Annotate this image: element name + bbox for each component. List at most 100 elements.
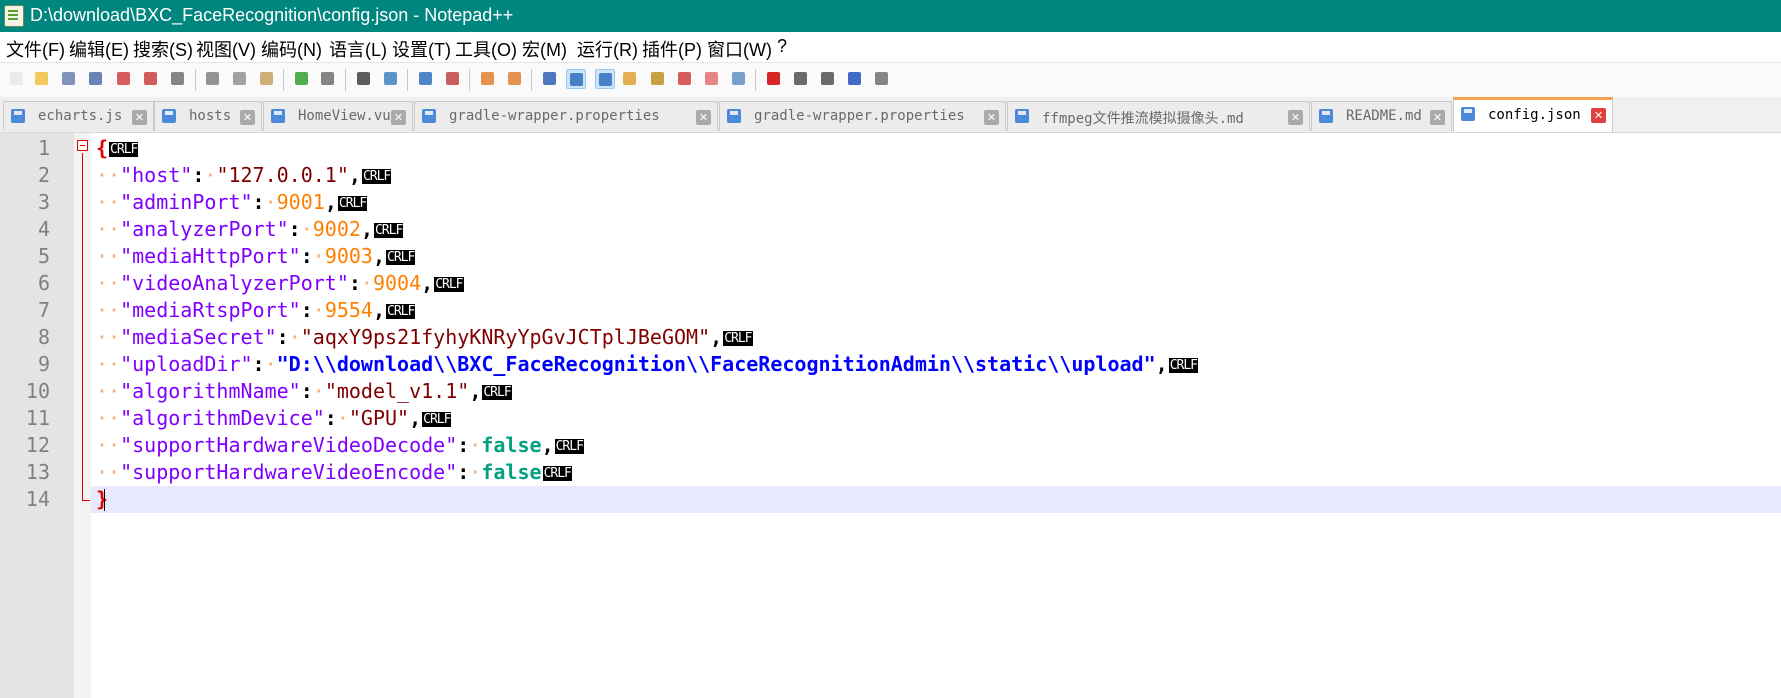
indent-guide-icon[interactable] [595, 69, 615, 89]
tab-close-icon[interactable]: ✕ [696, 110, 711, 125]
colon: : [324, 406, 337, 430]
line-number: 1 [37, 136, 50, 160]
indent-guide-icon-glyph [599, 73, 612, 86]
line-number: 12 [25, 433, 50, 457]
fold-end-marker [82, 500, 90, 501]
menu-item-7[interactable]: 工具(O) [455, 36, 517, 62]
tab-5[interactable]: ffmpeg文件推流模拟摄像头.md ✕ [1007, 101, 1310, 131]
language-udl-icon[interactable] [620, 69, 640, 89]
close-all-icon[interactable] [141, 69, 161, 89]
monitoring-icon[interactable] [729, 69, 749, 89]
tab-7[interactable]: config.json ✕ [1453, 97, 1613, 132]
fold-range-line [82, 153, 83, 501]
toolbar [0, 62, 1781, 98]
paste-icon[interactable] [257, 69, 277, 89]
function-list-icon[interactable] [675, 69, 695, 89]
toolbar-separator [283, 69, 284, 91]
menu-item-6[interactable]: 设置(T) [392, 36, 451, 62]
comma: , [409, 406, 422, 430]
play-macro-icon[interactable] [818, 69, 838, 89]
editor[interactable]: 1 2 3 4 5 6 7 8 9 10 11 12 13 14 {CRLF ··"host":·"127.… [0, 132, 1781, 698]
tab-0[interactable]: echarts.js ✕ [3, 101, 154, 131]
cut-icon[interactable] [203, 69, 223, 89]
whitespace-dots: ·· [96, 379, 121, 403]
json-value: "127.0.0.1" [216, 163, 349, 187]
notepad-plus-plus-app-icon [4, 5, 24, 27]
tab-3[interactable]: gradle-wrapper.properties ✕ [414, 101, 718, 131]
stop-macro-icon[interactable] [791, 69, 811, 89]
tab-close-icon[interactable]: ✕ [1288, 110, 1303, 125]
sync-horizontal-icon[interactable] [505, 69, 525, 89]
tab-close-icon[interactable]: ✕ [391, 110, 406, 125]
tab-label: config.json [1488, 107, 1581, 123]
whitespace-dots: ·· [96, 406, 121, 430]
eol-marker: CRLF [373, 223, 403, 238]
monitoring-icon-glyph [732, 72, 745, 85]
print-icon[interactable] [168, 69, 188, 89]
show-all-characters-icon[interactable] [566, 69, 586, 89]
tab-1[interactable]: hosts ✕ [154, 101, 262, 131]
doc-map-icon[interactable] [648, 69, 668, 89]
json-value: 9004 [372, 271, 422, 295]
window-title: D:\download\BXC_FaceRecognition\config.j… [30, 5, 514, 25]
menu-item-11[interactable]: 窗口(W) [707, 36, 772, 62]
comma: , [372, 298, 386, 322]
comma: , [324, 190, 337, 214]
whitespace-dots: ·· [96, 163, 121, 187]
menu-item-8[interactable]: 宏(M) [522, 36, 567, 62]
fold-collapse-icon[interactable] [77, 140, 88, 151]
menu-item-0[interactable]: 文件(F) [6, 36, 65, 62]
word-wrap-icon[interactable] [540, 69, 560, 89]
menu-item-9[interactable]: 运行(R) [577, 36, 638, 62]
tab-2[interactable]: HomeView.vue ✕ [263, 101, 413, 131]
tab-close-icon[interactable]: ✕ [1591, 108, 1606, 123]
tab-close-icon[interactable]: ✕ [984, 110, 999, 125]
zoom-out-icon[interactable] [443, 69, 463, 89]
record-macro-icon[interactable] [764, 69, 784, 89]
replace-icon-glyph [384, 72, 397, 85]
whitespace-dots: ·· [96, 244, 121, 268]
tab-close-icon[interactable]: ✕ [1430, 110, 1445, 125]
menu-item-1[interactable]: 编辑(E) [69, 36, 129, 62]
copy-icon[interactable] [230, 69, 250, 89]
replace-icon[interactable] [381, 69, 401, 89]
copy-icon-glyph [233, 72, 246, 85]
menu-item-2[interactable]: 搜索(S) [133, 36, 193, 62]
line-number: 9 [37, 352, 50, 376]
run-macro-multiple-icon[interactable] [845, 69, 865, 89]
sync-vertical-icon[interactable] [478, 69, 498, 89]
colon: : [288, 217, 301, 241]
menu-item-12[interactable]: ? [777, 36, 787, 57]
whitespace-dot: · [312, 298, 325, 322]
whitespace-dot: · [360, 271, 373, 295]
new-file-icon[interactable] [7, 69, 27, 89]
save-icon[interactable] [59, 69, 79, 89]
tab-close-icon[interactable]: ✕ [240, 110, 255, 125]
save-all-icon[interactable] [86, 69, 106, 89]
json-value: 9003 [324, 244, 373, 268]
save-icon-glyph [62, 72, 75, 85]
find-icon[interactable] [354, 69, 374, 89]
close-brace: } [96, 487, 109, 511]
redo-icon[interactable] [318, 69, 338, 89]
tab-6[interactable]: README.md ✕ [1311, 101, 1452, 131]
tab-4[interactable]: gradle-wrapper.properties ✕ [719, 101, 1006, 131]
save-macro-icon[interactable] [872, 69, 892, 89]
comma: , [710, 325, 723, 349]
whitespace-dot: · [300, 217, 313, 241]
comma: , [372, 244, 386, 268]
folder-workspace-icon[interactable] [702, 69, 722, 89]
json-key: "host" [120, 163, 193, 187]
undo-icon[interactable] [292, 69, 312, 89]
menu-item-4[interactable]: 编码(N) [261, 36, 322, 62]
zoom-in-icon[interactable] [416, 69, 436, 89]
menu-item-3[interactable]: 视图(V) [196, 36, 256, 62]
menu-item-5[interactable]: 语言(L) [329, 36, 387, 62]
menu-item-10[interactable]: 插件(P) [642, 36, 702, 62]
colon: : [192, 163, 205, 187]
close-icon[interactable] [114, 69, 134, 89]
tab-close-icon[interactable]: ✕ [132, 110, 147, 125]
code-line: ··"uploadDir":·"D:\\download\\BXC_FaceRe… [96, 351, 1198, 378]
open-file-icon[interactable] [32, 69, 52, 89]
tab-bar: echarts.js ✕ hosts ✕ HomeView.vue ✕ gradle-wra… [0, 97, 1781, 133]
